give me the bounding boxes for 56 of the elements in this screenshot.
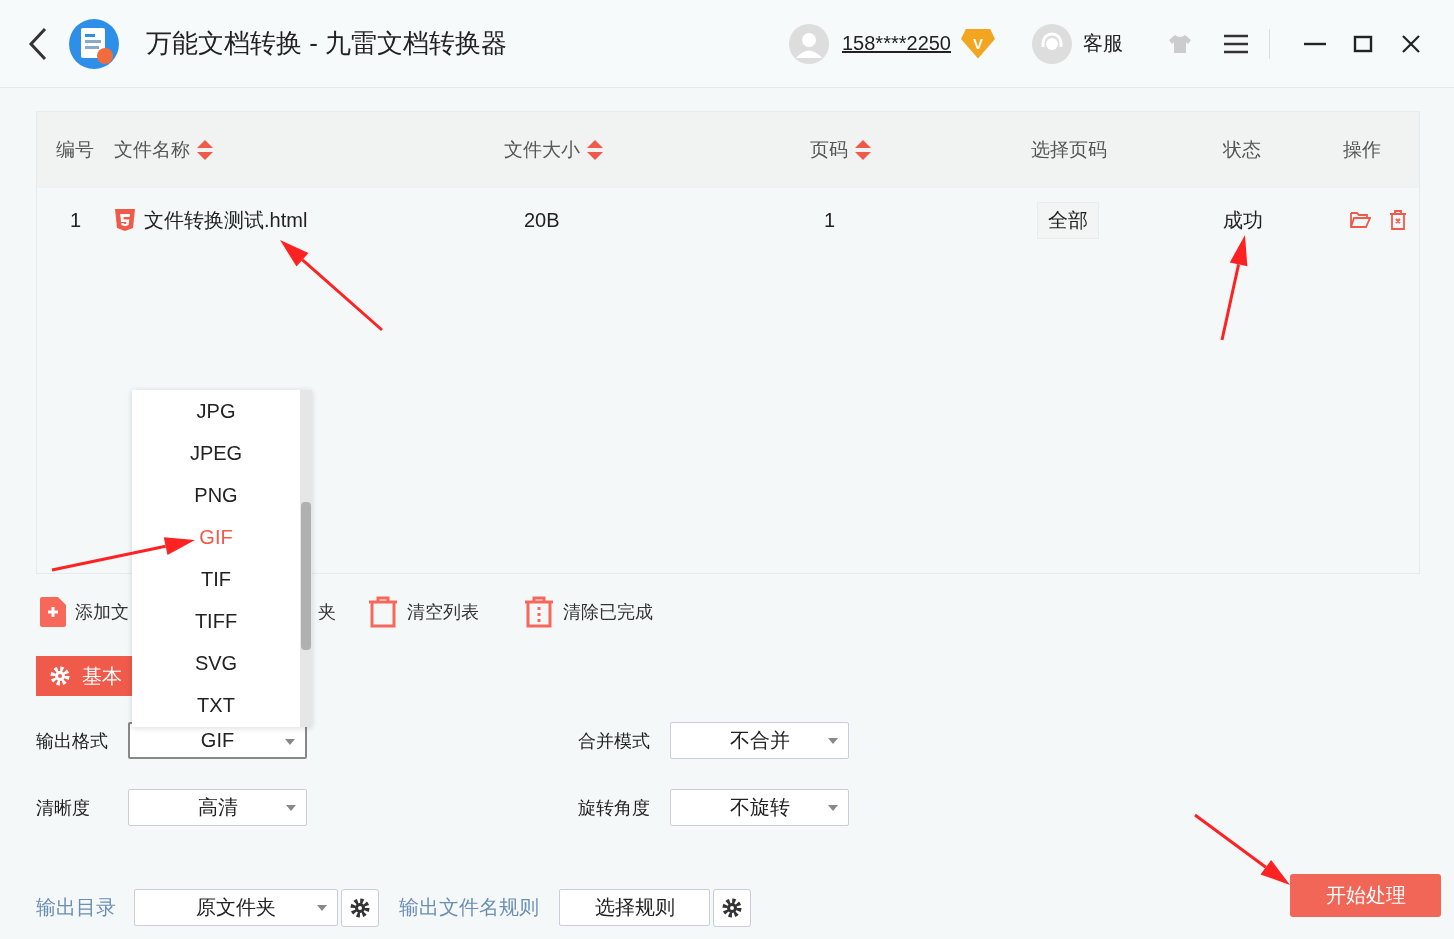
html-file-icon <box>114 208 136 232</box>
file-name: 文件转换测试.html <box>144 207 308 233</box>
toolbar-label[interactable]: 清除已完成 <box>563 600 653 624</box>
sort-icon[interactable] <box>196 138 214 162</box>
caret-icon <box>285 739 295 745</box>
row-number: 1 <box>70 208 82 232</box>
file-size: 20B <box>523 208 561 232</box>
menu-option[interactable]: PNG <box>132 474 300 516</box>
vip-badge: V <box>961 28 995 59</box>
column-header[interactable]: 文件名称 <box>114 137 214 163</box>
rule-select-button[interactable]: 选择规则 <box>559 889 710 926</box>
setting-label: 旋转角度 <box>578 796 651 820</box>
column-header[interactable]: 文件大小 <box>504 137 604 163</box>
sort-icon[interactable] <box>586 138 604 162</box>
status-text: 成功 <box>1223 207 1264 233</box>
window-title: 万能文档转换 - 九雷文档转换器 <box>146 27 508 60</box>
sort-icon[interactable] <box>854 138 872 162</box>
column-header: 选择页码 <box>1031 138 1107 162</box>
account-phone-link[interactable]: 158****2250 <box>842 32 951 55</box>
delete-icon[interactable] <box>1387 209 1409 231</box>
dropdown-field[interactable]: 不旋转 <box>670 789 849 826</box>
folder-icon[interactable] <box>1349 209 1371 231</box>
app-logo-icon <box>68 17 120 70</box>
gear-icon <box>50 666 70 686</box>
gear-icon <box>722 897 742 918</box>
settings-button[interactable] <box>713 888 751 927</box>
add-file-icon <box>40 597 66 627</box>
setting-label: 清晰度 <box>36 796 91 820</box>
column-header[interactable]: 页码 <box>810 137 872 163</box>
trash-icon <box>368 596 398 628</box>
dropdown-field[interactable]: 不合并 <box>670 722 849 759</box>
column-header: 操作 <box>1343 138 1381 162</box>
menu-option[interactable]: JPG <box>132 390 300 432</box>
setting-label: 合并模式 <box>578 729 651 753</box>
caret-icon <box>317 905 327 911</box>
scrollbar-thumb[interactable] <box>301 502 311 650</box>
trash-icon <box>524 596 554 628</box>
toolbar-label[interactable]: 添加文 <box>75 600 129 624</box>
support-label[interactable]: 客服 <box>1083 30 1123 57</box>
toolbar-label[interactable]: 清空列表 <box>407 600 479 624</box>
column-header: 编号 <box>56 138 94 162</box>
gear-icon <box>350 897 370 918</box>
setting-label: 输出格式 <box>36 729 109 753</box>
settings-button[interactable] <box>341 888 379 927</box>
column-header: 状态 <box>1223 138 1261 162</box>
menu-option[interactable]: TIFF <box>132 600 300 642</box>
toolbar-label[interactable]: 夹 <box>318 600 336 624</box>
menu-option[interactable]: JPEG <box>132 432 300 474</box>
page-select-field[interactable]: 全部 <box>1037 201 1099 239</box>
output-dir-field[interactable]: 原文件夹 <box>134 889 338 926</box>
page-count: 1 <box>823 208 837 232</box>
caret-icon <box>828 738 838 744</box>
caret-icon <box>286 805 296 811</box>
caret-icon <box>828 805 838 811</box>
dropdown-field[interactable]: 高清 <box>128 789 307 826</box>
menu-option[interactable]: TIF <box>132 558 300 600</box>
